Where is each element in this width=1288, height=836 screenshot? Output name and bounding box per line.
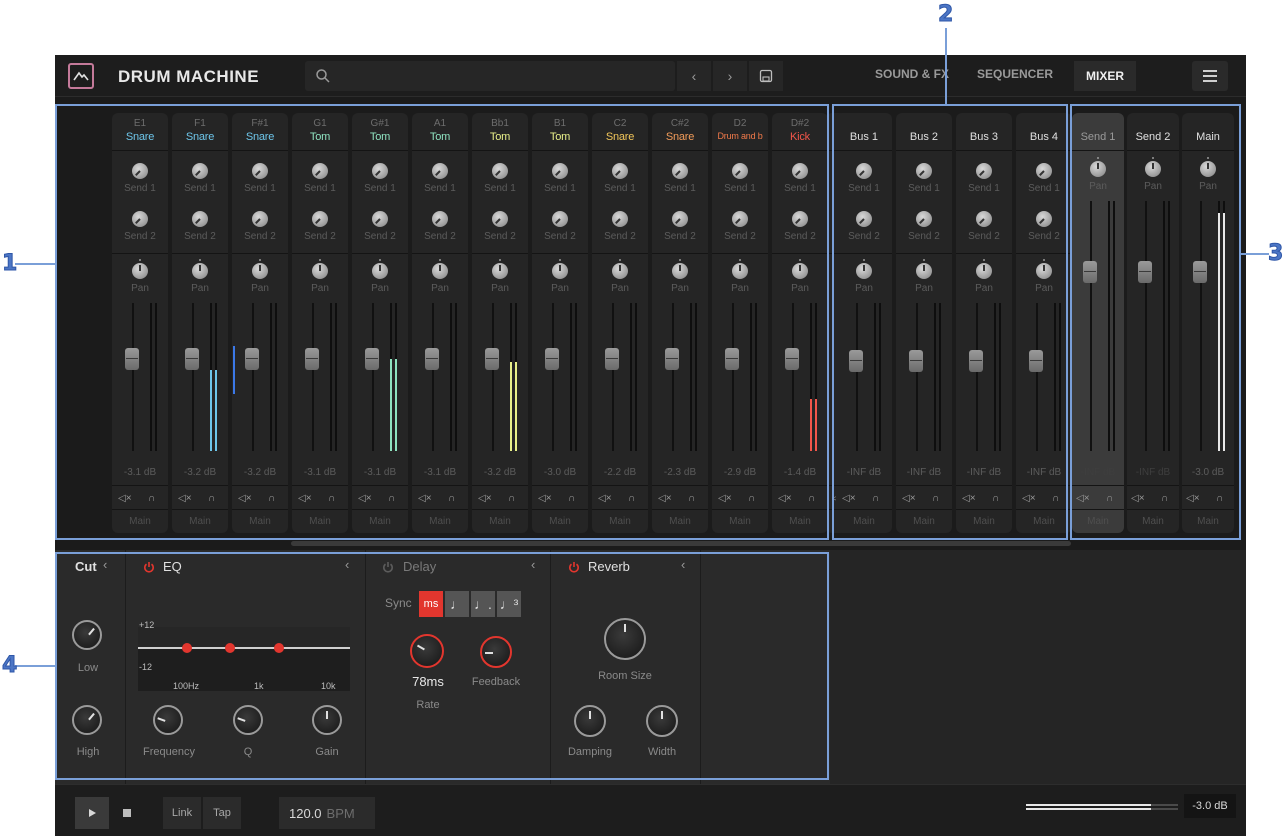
annotation-line-1 — [15, 263, 55, 265]
annotation-line-4 — [15, 665, 55, 667]
chevron-right-icon: › — [727, 68, 733, 84]
search-input[interactable] — [305, 61, 675, 91]
stop-button[interactable] — [111, 797, 143, 829]
save-icon — [759, 69, 773, 83]
annotation-box-3 — [1070, 104, 1241, 540]
tap-button[interactable]: Tap — [203, 797, 241, 829]
fx-empty-area — [830, 550, 1246, 784]
bpm-value: 120.0 — [289, 805, 322, 821]
play-icon — [89, 809, 96, 817]
app-title: DRUM MACHINE — [118, 67, 260, 86]
search-icon — [316, 69, 330, 83]
bpm-unit: BPM — [326, 805, 355, 821]
annotation-number-1: 1 — [1, 251, 18, 277]
tab-mixer[interactable]: MIXER — [1074, 61, 1137, 91]
annotation-number-4: 4 — [1, 653, 18, 679]
annotation-number-3: 3 — [1267, 241, 1284, 267]
bpm-field[interactable]: 120.0 BPM — [279, 797, 375, 829]
stop-icon — [123, 809, 131, 817]
annotation-box-4 — [55, 552, 829, 780]
annotation-line-2 — [945, 28, 947, 104]
next-button[interactable]: › — [713, 61, 747, 91]
chevron-left-icon: ‹ — [691, 68, 697, 84]
tab-sequencer[interactable]: SEQUENCER — [977, 67, 1053, 81]
annotation-line-3 — [1241, 253, 1269, 255]
previous-button[interactable]: ‹ — [677, 61, 711, 91]
link-button[interactable]: Link — [163, 797, 201, 829]
annotation-box-1 — [55, 104, 829, 540]
annotation-box-2 — [832, 104, 1068, 540]
master-db-readout: -3.0 dB — [1184, 794, 1236, 818]
logo-icon — [68, 63, 94, 89]
master-meter — [1026, 803, 1178, 811]
tab-sound-fx[interactable]: SOUND & FX — [875, 67, 949, 81]
play-button[interactable] — [75, 797, 109, 829]
top-bar: DRUM MACHINE ‹ › SOUND & FX SEQUENCER MI… — [55, 55, 1246, 97]
annotation-number-2: 2 — [937, 2, 954, 28]
transport-bar: Link Tap 120.0 BPM -3.0 dB — [55, 784, 1246, 836]
menu-icon — [1203, 70, 1217, 72]
horizontal-scrollbar[interactable] — [291, 541, 1071, 546]
menu-button[interactable] — [1192, 61, 1228, 91]
save-button[interactable] — [749, 61, 783, 91]
